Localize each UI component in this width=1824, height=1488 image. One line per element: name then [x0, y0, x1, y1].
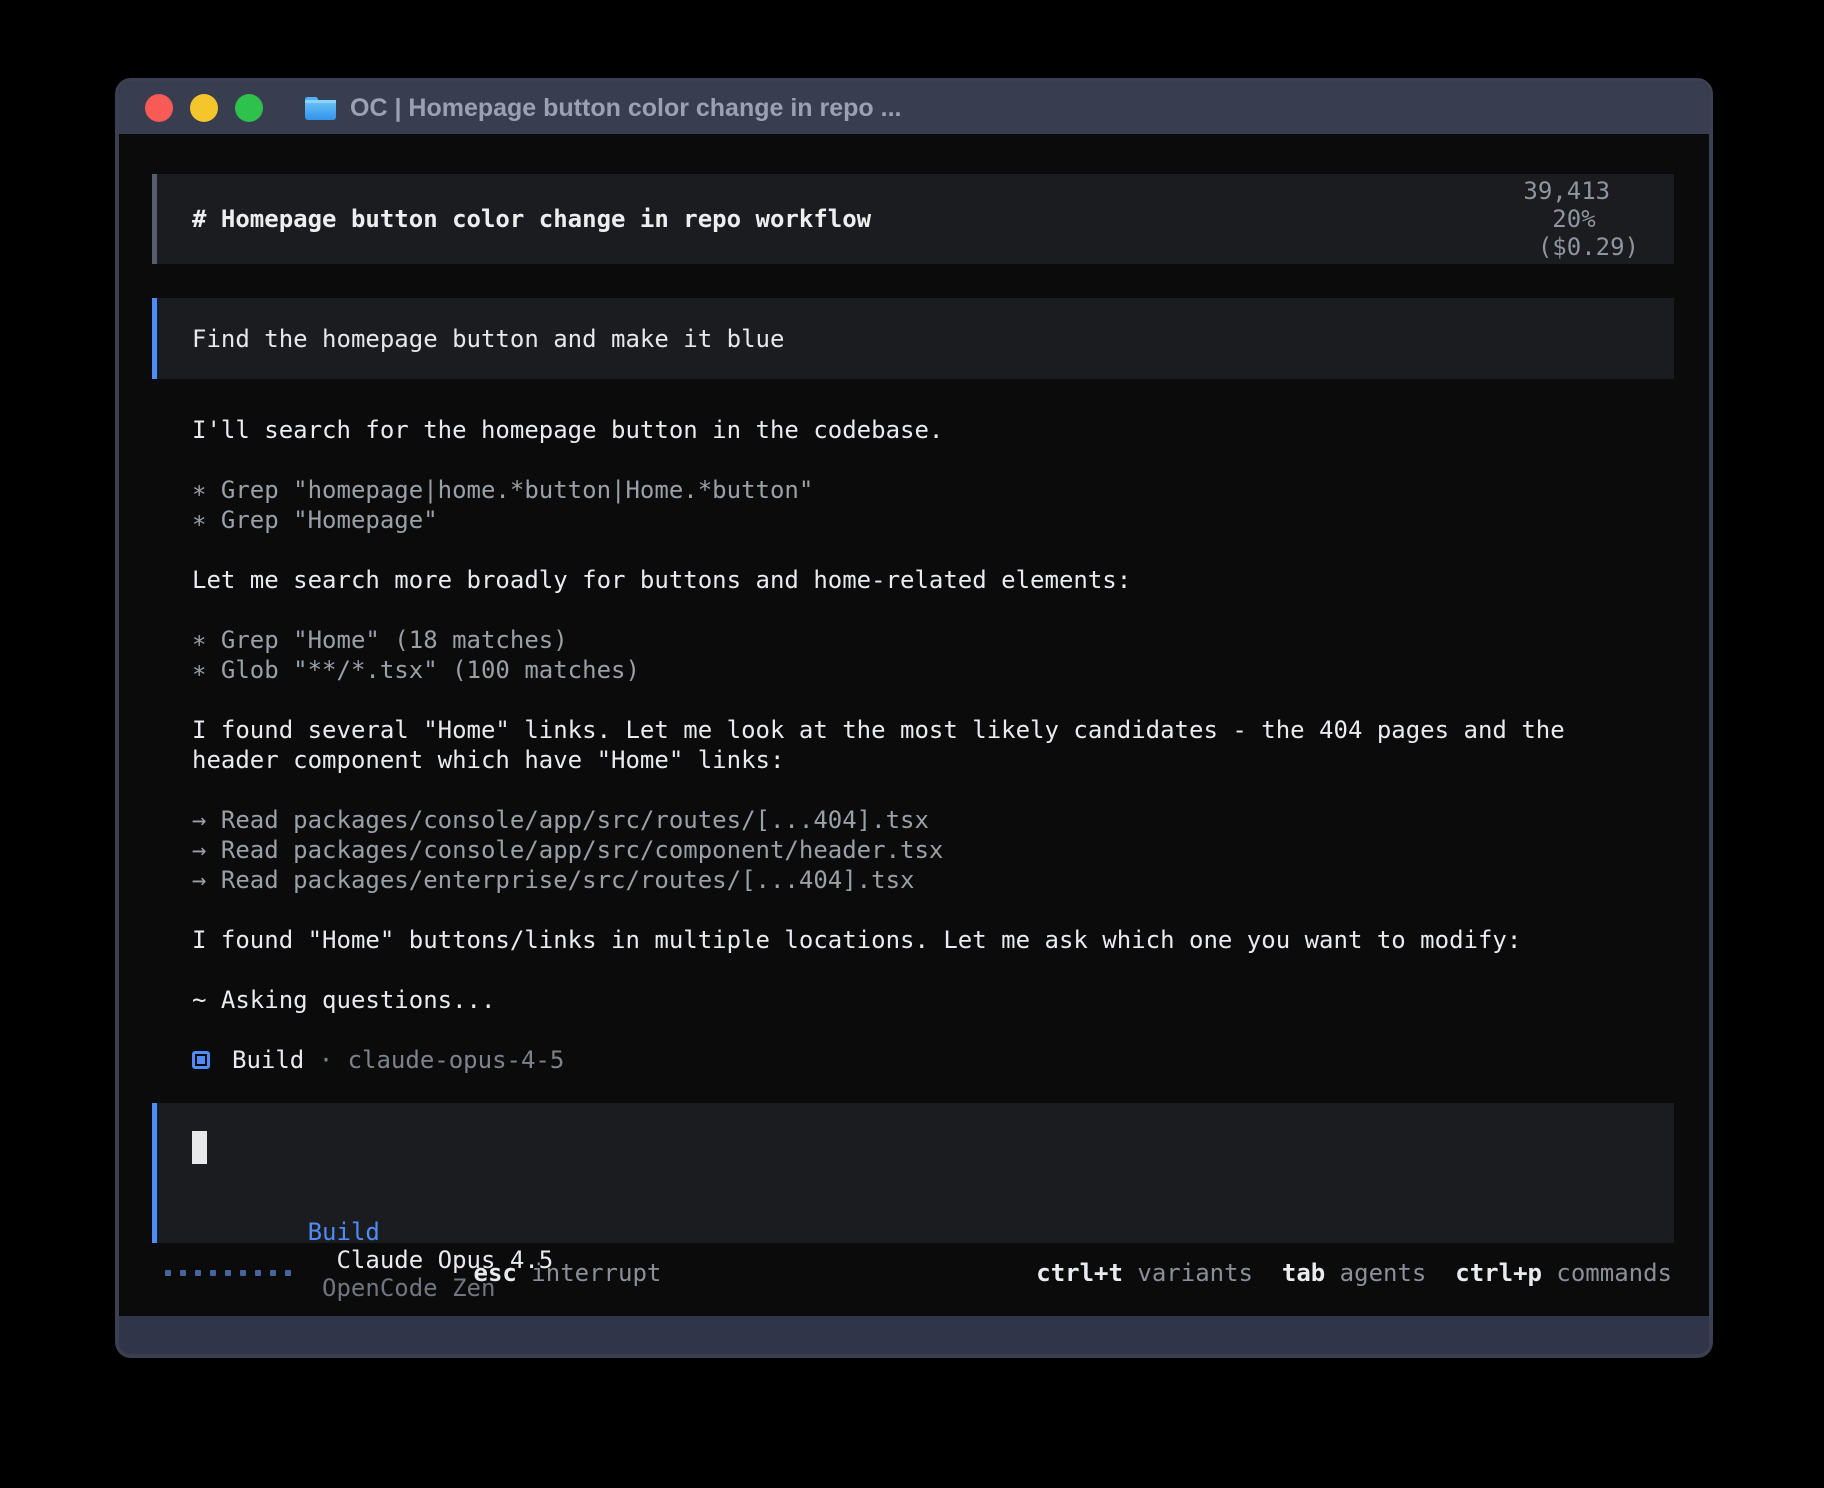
agent-status-row: Build · claude-opus-4-5 [192, 1045, 1674, 1075]
assistant-text-line: header component which have "Home" links… [192, 745, 1652, 775]
assistant-text-line: I found "Home" buttons/links in multiple… [192, 925, 1652, 955]
session-header: # Homepage button color change in repo w… [152, 174, 1674, 264]
zoom-button[interactable] [235, 94, 263, 122]
spinner-dot [180, 1270, 186, 1276]
interrupt-hint: esc interrupt [329, 1231, 661, 1315]
spinner-dot [240, 1270, 246, 1276]
transcript-group: ~ Asking questions... [192, 985, 1652, 1015]
transcript: I'll search for the homepage button in t… [192, 415, 1652, 1015]
shortcut-key: ctrl+p [1455, 1259, 1542, 1287]
interrupt-label: interrupt [531, 1259, 661, 1287]
text-cursor [192, 1131, 207, 1164]
spinner-dot [165, 1270, 171, 1276]
terminal-window: OC | Homepage button color change in rep… [115, 78, 1713, 1358]
esc-key-label: esc [474, 1259, 517, 1287]
titlebar-title-group: OC | Homepage button color change in rep… [305, 94, 901, 123]
transcript-group: I'll search for the homepage button in t… [192, 415, 1652, 445]
transcript-group: Let me search more broadly for buttons a… [192, 565, 1652, 595]
transcript-group: → Read packages/console/app/src/routes/[… [192, 805, 1652, 895]
window-title: OC | Homepage button color change in rep… [350, 94, 901, 123]
shortcut-label: variants [1137, 1259, 1253, 1287]
spinner-dots [165, 1270, 291, 1276]
assistant-text-line: I'll search for the homepage button in t… [192, 415, 1652, 445]
session-cost: ($0.29) [1538, 233, 1639, 261]
build-agent-icon [192, 1051, 210, 1069]
spinner-dot [285, 1270, 291, 1276]
shortcut-hint: ctrl+t variants [1036, 1259, 1253, 1287]
shortcut-key: ctrl+t [1036, 1259, 1123, 1287]
shortcut-key: tab [1282, 1259, 1325, 1287]
agent-separator: · [319, 1046, 333, 1074]
status-bar: escinterrupt ctrl+tvariantstabagentsctrl… [152, 1255, 1674, 1291]
shortcut-hint: ctrl+p commands [1455, 1259, 1672, 1287]
transcript-group: I found several "Home" links. Let me loo… [192, 715, 1652, 775]
transcript-group: ∗ Grep "Home" (18 matches)∗ Glob "**/*.t… [192, 625, 1652, 685]
tool-call-line: ∗ Grep "homepage|home.*button|Home.*butt… [192, 475, 1652, 505]
prompt-input[interactable]: Build Claude Opus 4.5 OpenCode Zen [152, 1103, 1674, 1243]
window-bottom-edge [119, 1316, 1709, 1356]
tool-call-line: → Read packages/console/app/src/componen… [192, 835, 1652, 865]
user-message: Find the homepage button and make it blu… [152, 298, 1674, 379]
spinner-dot [210, 1270, 216, 1276]
tool-call-line: ∗ Grep "Homepage" [192, 505, 1652, 535]
status-left: esc interrupt [165, 1231, 661, 1315]
status-shortcuts: ctrl+t variants tab agents ctrl+p commands [1036, 1259, 1672, 1287]
shortcut-label: commands [1556, 1259, 1672, 1287]
spinner-dot [255, 1270, 261, 1276]
shortcut-hint: tab agents [1282, 1259, 1427, 1287]
assistant-text-line: ~ Asking questions... [192, 985, 1652, 1015]
agent-name: Build [232, 1046, 304, 1074]
window-titlebar[interactable]: OC | Homepage button color change in rep… [119, 82, 1709, 134]
traffic-lights [145, 94, 263, 122]
agent-model: claude-opus-4-5 [348, 1046, 565, 1074]
tool-call-line: ∗ Glob "**/*.tsx" (100 matches) [192, 655, 1652, 685]
context-percent: 20% [1552, 205, 1595, 233]
shortcut-label: agents [1340, 1259, 1427, 1287]
assistant-text-line: Let me search more broadly for buttons a… [192, 565, 1652, 595]
transcript-group: ∗ Grep "homepage|home.*button|Home.*butt… [192, 475, 1652, 535]
token-count: 39,413 [1523, 177, 1610, 205]
close-button[interactable] [145, 94, 173, 122]
spinner-dot [270, 1270, 276, 1276]
session-title: # Homepage button color change in repo w… [192, 205, 871, 233]
spinner-dot [195, 1270, 201, 1276]
terminal-content: # Homepage button color change in repo w… [119, 134, 1709, 1316]
assistant-text-line: I found several "Home" links. Let me loo… [192, 715, 1652, 745]
folder-icon [305, 96, 336, 121]
tool-call-line: → Read packages/console/app/src/routes/[… [192, 805, 1652, 835]
spinner-dot [225, 1270, 231, 1276]
user-message-text: Find the homepage button and make it blu… [192, 325, 784, 353]
minimize-button[interactable] [190, 94, 218, 122]
tool-call-line: ∗ Grep "Home" (18 matches) [192, 625, 1652, 655]
transcript-group: I found "Home" buttons/links in multiple… [192, 925, 1652, 955]
session-stats: 39,413 20% ($0.29) [1408, 149, 1639, 289]
tool-call-line: → Read packages/enterprise/src/routes/[.… [192, 865, 1652, 895]
